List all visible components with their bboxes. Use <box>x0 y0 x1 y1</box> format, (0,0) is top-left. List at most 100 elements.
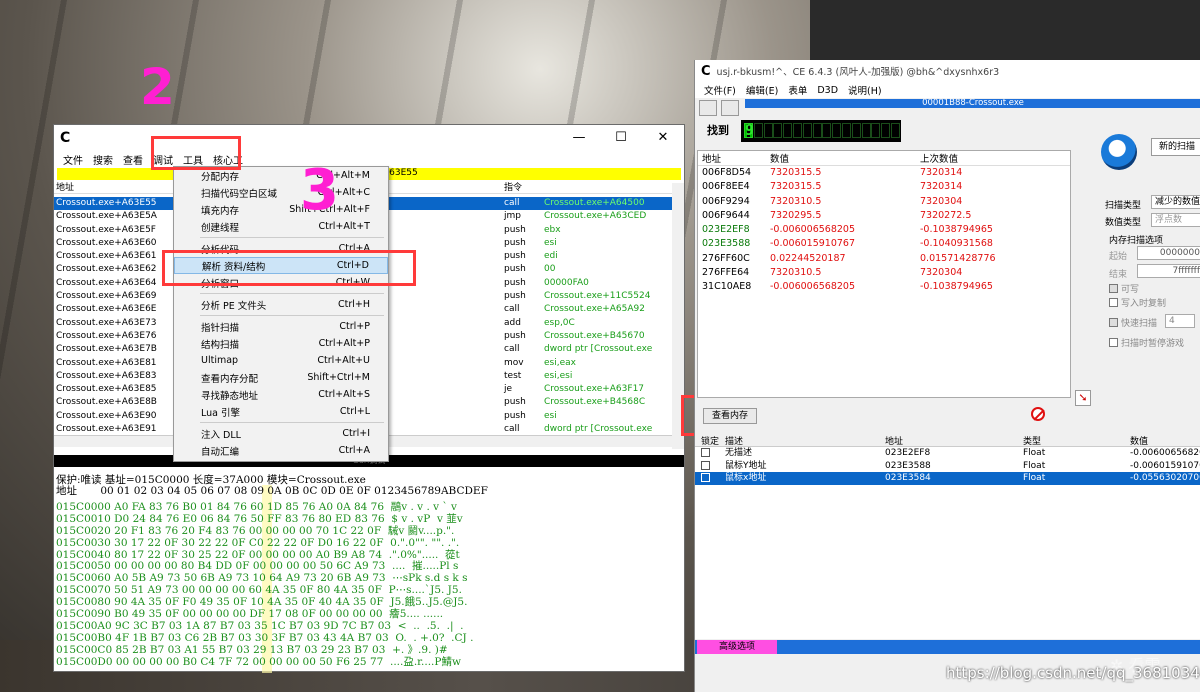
result-row[interactable]: 023E3588 -0.006015910767 -0.1040931568 <box>698 237 1070 251</box>
result-row[interactable]: 006F9294 7320310.5 7320304 <box>698 195 1070 209</box>
table-row[interactable]: 无描述 023E2EF8 Float -0.006006568205 <box>695 447 1200 460</box>
minimize-button[interactable]: — <box>558 130 600 145</box>
view-memory-button[interactable]: 查看内存 <box>703 408 757 424</box>
lock-cell <box>695 460 725 473</box>
menu-item[interactable]: 分析 PE 文件头 Ctrl+H <box>174 296 388 313</box>
menu-item[interactable]: 自动汇编 Ctrl+A <box>174 442 388 459</box>
menu-item[interactable]: 指针扫描 Ctrl+P <box>174 318 388 335</box>
save-icon[interactable] <box>721 100 739 116</box>
copy-on-write-checkbox[interactable] <box>1109 298 1118 307</box>
scan-type-label: 扫描类型 <box>1105 201 1142 211</box>
add-to-list-arrow-icon[interactable]: ➘ <box>1075 390 1091 406</box>
ce-menu-table[interactable]: 表单 <box>783 83 812 97</box>
menu-item-label: 注入 DLL <box>201 429 241 441</box>
writable-checkbox[interactable] <box>1109 284 1118 293</box>
ce-menu-help[interactable]: 说明(H) <box>843 83 887 97</box>
menu-item[interactable]: 结构扫描 Ctrl+Alt+P <box>174 335 388 352</box>
background-dark-area <box>810 0 1200 60</box>
menu-item[interactable]: Lua 引擎 Ctrl+L <box>174 403 388 420</box>
open-process-icon[interactable] <box>699 100 717 116</box>
table-row[interactable]: 鼠标Y地址 023E3588 Float -0.006015910767 <box>695 460 1200 473</box>
menu-item[interactable]: 分析窗口 Ctrl+W <box>174 274 388 291</box>
found-count-display: 9 <box>741 120 901 142</box>
menu-tools[interactable]: 工具 <box>178 152 208 167</box>
fast-scan-checkbox[interactable] <box>1109 318 1118 327</box>
menu-item[interactable]: 分配内存 Ctrl+Alt+M <box>174 167 388 184</box>
result-prev: 7320272.5 <box>920 209 972 221</box>
ce-menu-file[interactable]: 文件(F) <box>699 83 741 97</box>
ce-toolbar: 00001B88-Crossout.exe <box>695 98 1200 118</box>
disasm-opcode: test <box>504 370 522 381</box>
hex-row: 015C0080 90 4A 35 0F F0 49 35 0F 10 4A 3… <box>56 596 468 609</box>
fast-scan-label: 快速扫描 <box>1121 319 1158 329</box>
result-row[interactable]: 276FF60C 0.02244520187 0.01571428776 <box>698 252 1070 266</box>
menu-item[interactable]: 查看内存分配 Shift+Ctrl+M <box>174 369 388 386</box>
menu-view[interactable]: 查看 <box>118 152 148 167</box>
ce-menu-edit[interactable]: 编辑(E) <box>741 83 783 97</box>
hex-dump[interactable]: 015C0000 A0 FA 83 76 B0 01 84 76 60 1D 8… <box>56 501 666 671</box>
col-value: 数值 <box>1130 436 1149 447</box>
lock-checkbox[interactable] <box>701 473 710 482</box>
disasm-opcode: push <box>504 277 526 288</box>
result-row[interactable]: 006F8D54 7320315.5 7320314 <box>698 166 1070 180</box>
address-table-header: 锁定 描述 地址 类型 数值 <box>695 434 1200 447</box>
lock-checkbox[interactable] <box>701 460 710 470</box>
menu-item[interactable]: 创建线程 Ctrl+Alt+T <box>174 218 388 235</box>
result-row[interactable]: 31C10AE8 -0.006006568205 -0.1038794965 <box>698 280 1070 294</box>
scan-type-select[interactable]: 减少的数值 <box>1151 195 1200 209</box>
table-row[interactable]: 鼠标x地址 023E3584 Float -0.05563020706 <box>695 472 1200 485</box>
led-digit <box>861 123 871 138</box>
result-row[interactable]: 006F8EE4 7320315.5 7320314 <box>698 180 1070 194</box>
menu-debug[interactable]: 调试 <box>148 152 178 167</box>
menu-item[interactable]: 分析代码 Ctrl+A <box>174 240 388 257</box>
value-type-select[interactable]: 浮点数 <box>1151 213 1200 227</box>
result-row[interactable]: 276FFE64 7320310.5 7320304 <box>698 266 1070 280</box>
end-label: 结束 <box>1109 270 1128 280</box>
menu-item[interactable]: 寻找静态地址 Ctrl+Alt+S <box>174 386 388 403</box>
result-value: 7320295.5 <box>770 209 822 221</box>
menu-item[interactable]: 扫描代码空白区域 Ctrl+Alt+C <box>174 184 388 201</box>
menu-file[interactable]: 文件 <box>58 152 88 167</box>
magnifier-icon[interactable] <box>1101 134 1137 170</box>
result-row[interactable]: 023E2EF8 -0.006006568205 -0.1038794965 <box>698 223 1070 237</box>
disasm-opcode: je <box>504 384 513 395</box>
vertical-scrollbar[interactable] <box>672 183 684 449</box>
fast-scan-alignment[interactable]: 4 <box>1165 314 1195 328</box>
header-opcode: 指令 <box>504 183 523 193</box>
new-scan-button[interactable]: 新的扫描 <box>1151 138 1200 156</box>
address-table[interactable]: 锁定 描述 地址 类型 数值 无描述 023E2EF8 Float -0.006006… <box>695 434 1200 639</box>
start-field[interactable]: 0000000 <box>1137 246 1200 260</box>
menu-item[interactable]: 解析 资料/结构 Ctrl+D <box>174 257 388 274</box>
maximize-button[interactable]: ☐ <box>600 130 642 145</box>
cell-type: Float <box>1023 448 1046 458</box>
led-digit <box>891 123 900 138</box>
advanced-options-button[interactable]: 高级选项 <box>697 640 777 654</box>
ce-menu-d3d[interactable]: D3D <box>812 85 843 96</box>
led-digit <box>763 123 773 138</box>
menu-item[interactable]: Ultimap Ctrl+Alt+U <box>174 352 388 369</box>
result-value: -0.006015910767 <box>770 238 856 250</box>
lock-checkbox[interactable] <box>701 448 710 457</box>
close-button[interactable]: ✕ <box>642 130 684 145</box>
menu-kernel[interactable]: 核心工 <box>208 152 248 167</box>
menu-item[interactable]: 填充内存 Shift+Ctrl+Alt+F <box>174 201 388 218</box>
menu-separator <box>200 315 384 316</box>
menu-item-label: 分析 PE 文件头 <box>201 300 267 312</box>
cell-type: Float <box>1023 473 1046 483</box>
cell-value: -0.05563020706 <box>1130 473 1200 483</box>
led-digit <box>851 123 861 138</box>
menu-item-shortcut: Ctrl+I <box>342 428 370 439</box>
end-field[interactable]: 7fffffff <box>1137 264 1200 278</box>
menu-item-label: 解析 资料/结构 <box>202 261 266 273</box>
result-row[interactable]: 006F9644 7320295.5 7320272.5 <box>698 209 1070 223</box>
menu-item[interactable]: 注入 DLL Ctrl+I <box>174 425 388 442</box>
pause-game-checkbox[interactable] <box>1109 338 1118 347</box>
result-addr: 31C10AE8 <box>702 281 752 293</box>
stop-icon[interactable] <box>1031 407 1045 421</box>
scan-results-list[interactable]: 地址 数值 上次数值 006F8D54 7320315.5 7320314 006F8… <box>697 150 1071 398</box>
result-prev: 7320314 <box>920 167 963 178</box>
led-digit <box>753 123 763 138</box>
menu-search[interactable]: 搜索 <box>88 152 118 167</box>
menu-item-shortcut: Ctrl+H <box>337 299 370 310</box>
result-addr: 276FF60C <box>702 252 750 264</box>
